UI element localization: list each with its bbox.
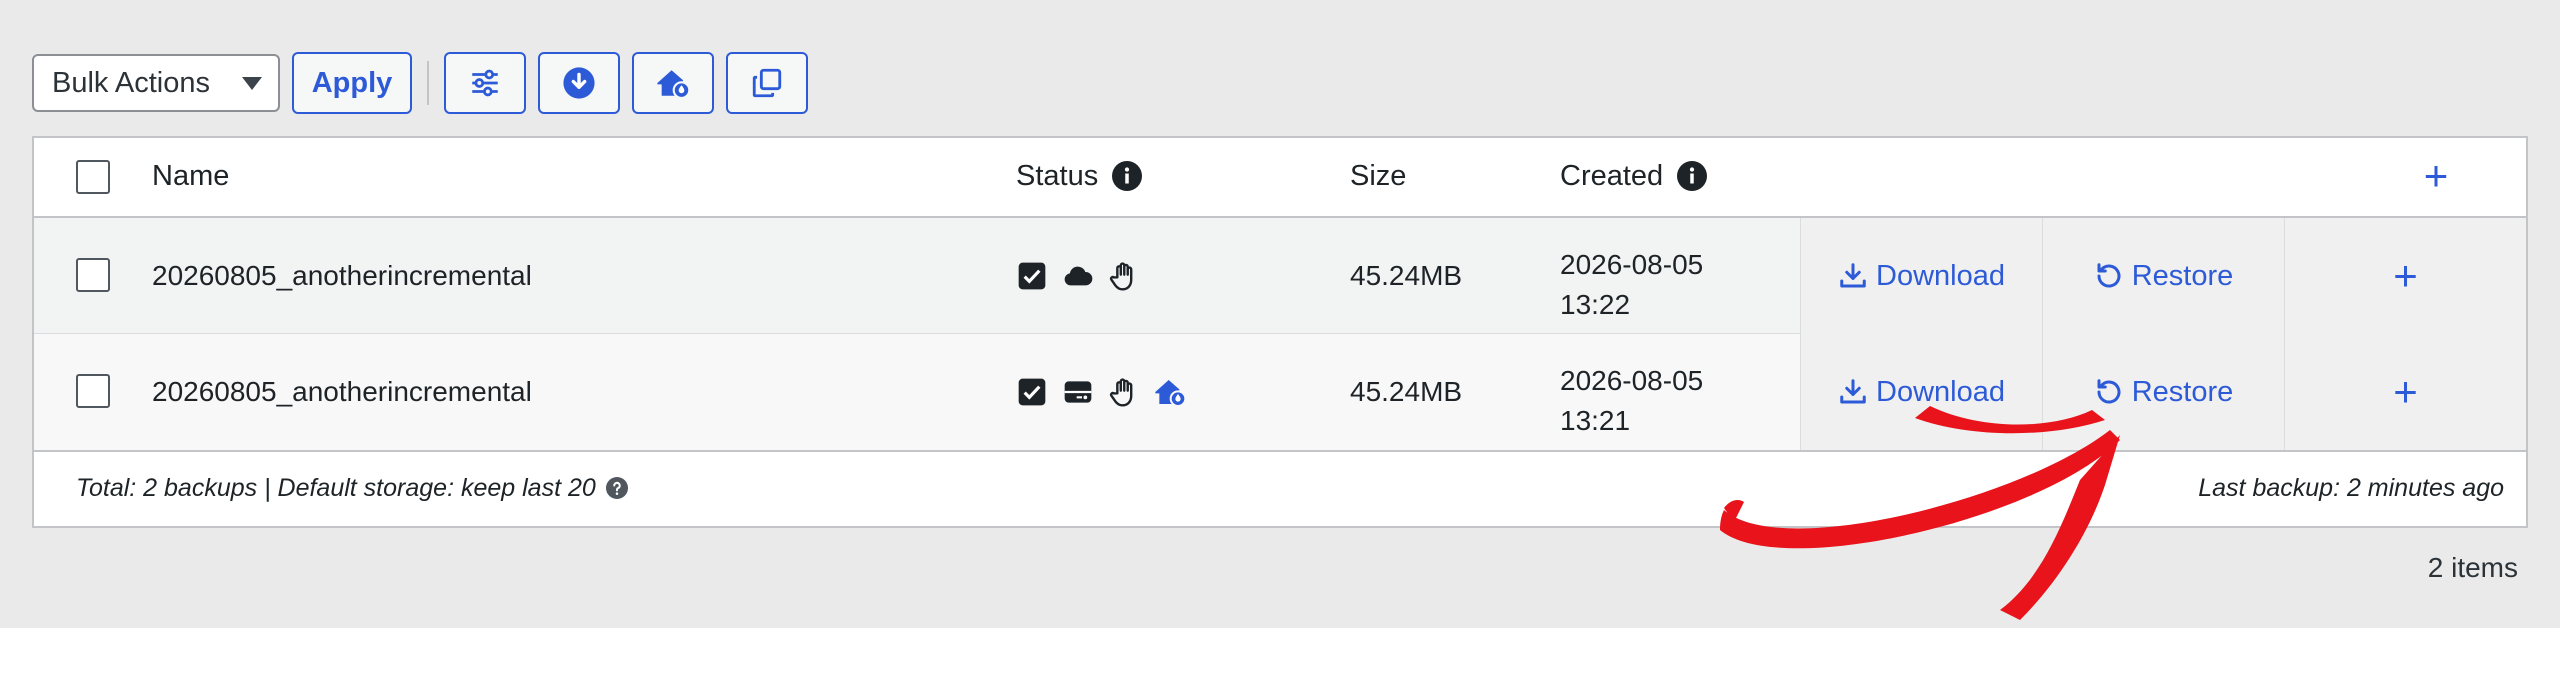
download-action[interactable]: Download — [1800, 334, 2042, 450]
items-count: 2 items — [2427, 552, 2518, 583]
status-header-label: Status — [1016, 159, 1099, 192]
status-icons — [1016, 218, 1140, 334]
created-header-label: Created — [1560, 159, 1664, 192]
backup-created: 2026-08-05 13:21 — [1560, 334, 1703, 450]
created-time: 13:21 — [1560, 405, 1631, 436]
footer-summary: Total: 2 backups | Default storage: keep… — [76, 452, 628, 524]
checkbox-checked-icon — [1018, 378, 1046, 406]
restore-label: Restore — [2131, 259, 2234, 292]
hand-icon — [1109, 262, 1133, 291]
restore-label: Restore — [2131, 375, 2234, 408]
hand-icon — [1109, 378, 1133, 407]
backup-name: 20260805_anotherincremental — [152, 260, 532, 291]
column-header-size[interactable]: Size — [1350, 138, 1406, 214]
last-backup-text: Last backup: 2 minutes ago — [2198, 473, 2504, 502]
table-footer: Total: 2 backups | Default storage: keep… — [34, 450, 2526, 526]
more-actions-button[interactable]: + — [2284, 334, 2526, 450]
download-label: Download — [1876, 259, 2005, 292]
copy-button[interactable] — [726, 52, 808, 114]
checkbox-checked-icon — [1018, 262, 1046, 290]
chevron-down-icon — [242, 76, 262, 90]
settings-button[interactable] — [444, 52, 526, 114]
column-header-name[interactable]: Name — [152, 138, 229, 214]
bulk-actions-label: Bulk Actions — [52, 66, 210, 99]
backup-created: 2026-08-05 13:22 — [1560, 218, 1703, 334]
table-row: 20260805_anotherincremental 45.24MB 2026… — [34, 218, 2526, 334]
server-icon — [1064, 381, 1092, 403]
created-date: 2026-08-05 — [1560, 365, 1704, 396]
home-storage-icon — [1155, 380, 1186, 407]
plus-icon: + — [2393, 368, 2418, 415]
created-time: 13:22 — [1560, 289, 1631, 320]
toolbar-divider — [427, 61, 429, 105]
row-checkbox[interactable] — [76, 258, 110, 292]
table-row: 20260805_anotherincremental 45.24MB 2026… — [34, 334, 2526, 450]
restore-icon — [2097, 263, 2121, 288]
status-icons — [1016, 334, 1186, 450]
sliders-icon — [472, 69, 498, 97]
column-header-created: Created — [1560, 138, 1708, 214]
select-all-checkbox[interactable] — [76, 160, 110, 194]
restore-action[interactable]: Restore — [2042, 334, 2284, 450]
footer-summary-text: Total: 2 backups | Default storage: keep… — [76, 473, 596, 502]
add-column-button[interactable]: + — [2406, 138, 2466, 214]
more-actions-button[interactable]: + — [2284, 218, 2526, 334]
restore-icon — [2097, 379, 2121, 404]
plus-icon: + — [2393, 252, 2418, 299]
row-checkbox[interactable] — [76, 374, 110, 408]
restore-action[interactable]: Restore — [2042, 218, 2284, 334]
column-header-status: Status — [1016, 138, 1143, 214]
toolbar: Bulk Actions Apply — [32, 52, 820, 114]
info-icon[interactable] — [1112, 161, 1143, 191]
local-storage-button[interactable] — [632, 52, 714, 114]
cloud-icon — [1064, 266, 1093, 286]
backup-size: 45.24MB — [1350, 260, 1463, 291]
bulk-actions-select[interactable]: Bulk Actions — [32, 54, 280, 112]
info-icon[interactable] — [1677, 161, 1708, 191]
apply-button[interactable]: Apply — [292, 52, 412, 114]
plus-icon: + — [2423, 152, 2449, 199]
backup-name: 20260805_anotherincremental — [152, 376, 532, 407]
home-storage-icon — [657, 70, 690, 99]
created-date: 2026-08-05 — [1560, 249, 1704, 280]
download-icon — [1840, 263, 1866, 288]
download-action[interactable]: Download — [1800, 218, 2042, 334]
help-icon[interactable] — [605, 477, 628, 499]
backup-size: 45.24MB — [1350, 376, 1463, 407]
download-icon — [1840, 379, 1866, 404]
copy-icon — [752, 68, 782, 98]
download-label: Download — [1876, 375, 2005, 408]
download-button[interactable] — [538, 52, 620, 114]
download-circle-icon — [563, 67, 595, 99]
table-header: Name Status Size Created + — [34, 138, 2526, 218]
backups-table: Name Status Size Created + 20260805_anot… — [32, 136, 2528, 528]
backups-panel: Bulk Actions Apply Name Status Size Crea… — [0, 0, 2560, 628]
